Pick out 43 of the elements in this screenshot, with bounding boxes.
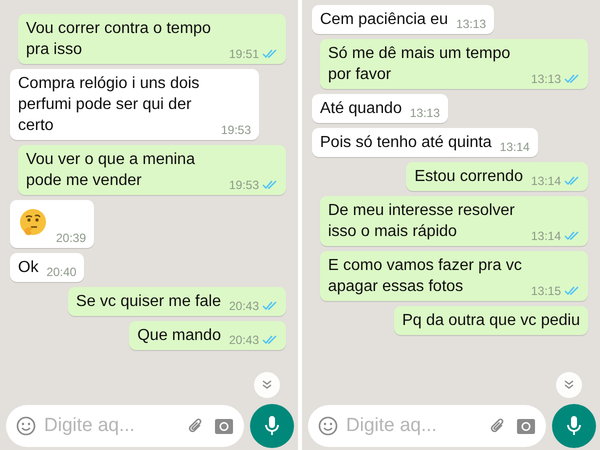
- camera-icon[interactable]: [214, 416, 234, 436]
- message-text: Vou correr contra o tempo pra isso: [26, 19, 212, 60]
- message-text: Que mando: [137, 326, 221, 346]
- microphone-button[interactable]: [250, 404, 294, 448]
- microphone-icon: [566, 415, 582, 437]
- thinking-emoji-icon: [18, 208, 48, 238]
- message-time: 13:14: [530, 229, 561, 243]
- double-chevron-icon: [563, 379, 575, 391]
- message-text: Até quando: [320, 99, 402, 119]
- message-time: 13:14: [500, 140, 530, 154]
- message-time: 20:39: [56, 231, 86, 245]
- message-time: 20:43: [228, 333, 259, 347]
- camera-icon[interactable]: [516, 416, 536, 436]
- message-text: Pq da outra que vc pediu: [402, 311, 580, 331]
- emoji-icon: [16, 416, 36, 436]
- scroll-down-button[interactable]: [254, 372, 280, 398]
- message-text: De meu interesse resolver isso o mais rápido: [328, 201, 516, 242]
- message-time: 13:13: [530, 72, 561, 86]
- message-text: Se vc quiser me fale: [76, 292, 221, 312]
- message-time: 13:13: [456, 17, 486, 31]
- message-text: Vou ver o que a menina pode me vender: [26, 150, 196, 191]
- message-time: 20:40: [46, 265, 76, 279]
- message-time: 13:13: [410, 106, 440, 120]
- message-input[interactable]: Digite aq...: [308, 405, 546, 447]
- message-text: Cem paciência eu: [320, 10, 448, 30]
- message-time: 13:15: [530, 284, 561, 298]
- microphone-icon: [264, 415, 280, 437]
- message-time: 19:51: [228, 47, 259, 61]
- message-text: Estou correndo: [414, 167, 523, 187]
- microphone-button[interactable]: [552, 404, 596, 448]
- message-time: 19:53: [228, 178, 259, 192]
- message-text: Pois só tenho até quinta: [320, 133, 492, 153]
- message-time: 19:53: [221, 123, 252, 137]
- message-time: 20:43: [228, 299, 259, 313]
- emoji-icon: [318, 416, 338, 436]
- message-text: Só me dê mais um tempo por favor: [328, 44, 512, 85]
- message-time: 13:14: [530, 174, 561, 188]
- double-chevron-icon: [261, 379, 273, 391]
- scroll-down-button[interactable]: [556, 372, 582, 398]
- message-text: Compra relógio i uns dois perfumi pode ser qui der certo: [18, 74, 200, 136]
- message-text: E como vamos fazer pra vc apagar essas fotos: [328, 256, 523, 297]
- message-text: Ok: [18, 258, 38, 278]
- message-input[interactable]: Digite aq...: [6, 405, 244, 447]
